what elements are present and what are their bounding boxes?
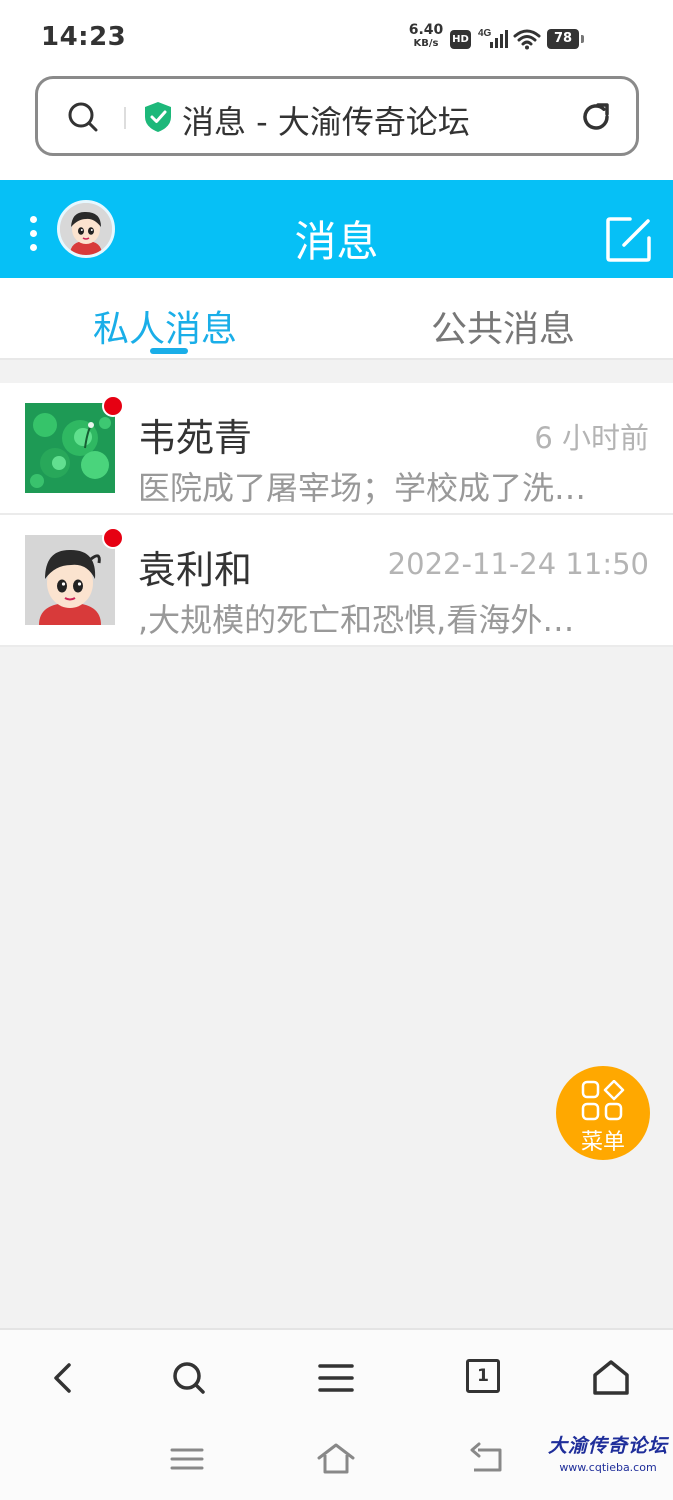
floating-menu-label: 菜单 — [580, 1130, 625, 1155]
unread-dot — [102, 395, 124, 417]
status-bar: 14:23 6.40 KB/s HD 4G 78 — [0, 0, 673, 72]
message-preview: ,大规模的死亡和恐惧,看海外… — [138, 601, 575, 639]
message-preview: 医院成了屠宰场；学校成了洗… — [138, 469, 587, 507]
unread-dot — [102, 527, 124, 549]
system-nav-bar: 大渝传奇论坛 www.cqtieba.com — [0, 1423, 673, 1500]
message-list: 韦苑青 6 小时前 医院成了屠宰场；学校成了洗… 袁利和 2022-11-24 … — [0, 383, 673, 647]
back-icon[interactable] — [466, 1441, 506, 1477]
message-time: 6 小时前 — [534, 421, 649, 455]
list-item[interactable]: 韦苑青 6 小时前 医院成了屠宰场；学校成了洗… — [0, 383, 673, 515]
hd-badge: HD — [450, 30, 471, 49]
avatar — [25, 535, 115, 625]
menu-icon[interactable] — [315, 1357, 357, 1399]
cartoon-boy-avatar-icon — [25, 535, 115, 625]
tabs-icon[interactable]: 1 — [466, 1359, 500, 1393]
floating-menu-button[interactable]: 菜单 — [556, 1066, 650, 1160]
status-time: 14:23 — [41, 22, 127, 52]
home-icon[interactable] — [316, 1441, 356, 1477]
lotus-leaf-photo-icon — [25, 403, 115, 493]
home-icon[interactable] — [590, 1357, 632, 1399]
address-area: 消息 - 大渝传奇论坛 — [0, 72, 673, 180]
network-speed-unit: KB/s — [413, 38, 439, 49]
network-speed: 6.40 KB/s — [406, 22, 446, 50]
reload-icon[interactable] — [578, 99, 614, 135]
sender-name: 袁利和 — [138, 548, 253, 592]
signal-icon: 4G — [478, 28, 508, 48]
wifi-icon — [513, 29, 541, 50]
search-icon[interactable] — [66, 100, 100, 134]
active-tab-indicator — [150, 348, 188, 354]
message-time: 2022-11-24 11:50 — [387, 547, 649, 581]
grid-menu-icon — [581, 1080, 625, 1121]
address-page-title[interactable]: 消息 - 大渝传奇论坛 — [182, 97, 470, 143]
address-bar[interactable]: 消息 - 大渝传奇论坛 — [35, 76, 639, 156]
network-type-label: 4G — [478, 28, 492, 39]
recent-apps-icon[interactable] — [167, 1441, 207, 1477]
sender-name: 韦苑青 — [138, 416, 253, 460]
site-watermark: 大渝传奇论坛 www.cqtieba.com — [548, 1431, 668, 1474]
watermark-title: 大渝传奇论坛 — [548, 1435, 669, 1457]
message-tabs: 私人消息 公共消息 — [0, 278, 673, 360]
address-divider — [124, 107, 126, 129]
compose-icon[interactable] — [604, 214, 654, 264]
shield-check-icon — [145, 102, 171, 132]
network-speed-value: 6.40 — [408, 22, 444, 38]
battery-icon: 78 — [547, 29, 584, 49]
app-header: 消息 — [0, 180, 673, 278]
list-item[interactable]: 袁利和 2022-11-24 11:50 ,大规模的死亡和恐惧,看海外… — [0, 515, 673, 647]
back-icon[interactable] — [42, 1357, 84, 1399]
tab-private-messages[interactable]: 私人消息 — [93, 300, 237, 352]
watermark-url: www.cqtieba.com — [559, 1461, 657, 1474]
avatar — [25, 403, 115, 493]
page-title: 消息 — [294, 217, 379, 266]
tab-public-messages[interactable]: 公共消息 — [431, 300, 575, 352]
search-icon[interactable] — [168, 1357, 210, 1399]
browser-toolbar: 1 — [0, 1328, 673, 1423]
